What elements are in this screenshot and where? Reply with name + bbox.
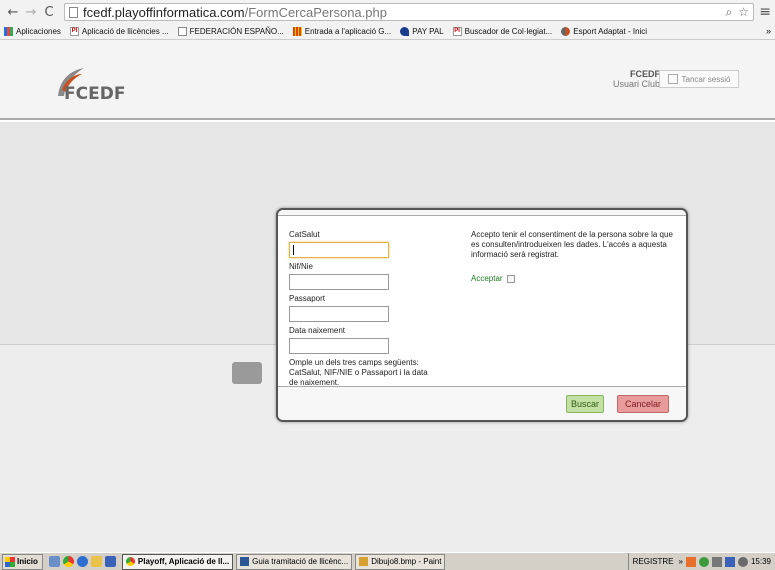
start-button[interactable]: Inicio xyxy=(2,553,43,570)
logout-icon xyxy=(667,74,678,84)
passport-input[interactable] xyxy=(289,306,389,322)
reload-icon[interactable]: C xyxy=(42,4,56,20)
zoom-icon[interactable]: ⌕ xyxy=(726,5,733,20)
pi-icon: PI xyxy=(452,27,462,36)
forward-arrow-icon[interactable]: → xyxy=(24,4,38,20)
fcedf-logo[interactable]: FCEDF xyxy=(50,66,150,114)
birthdate-input[interactable] xyxy=(289,338,389,354)
birthdate-label: Data naixement xyxy=(289,326,346,335)
address-bar[interactable]: fcedf.playoffinformatica.com/FormCercaPe… xyxy=(64,3,754,21)
app-icon[interactable] xyxy=(104,556,116,567)
gencat-icon xyxy=(292,27,302,36)
bookmarks-bar: Aplicaciones PI Aplicació de llicències .… xyxy=(0,24,775,40)
accept-row: Acceptar xyxy=(471,274,681,283)
os-taskbar: Inicio Playoff, Aplicació de ll... Guia … xyxy=(0,552,775,570)
user-org: FCEDF xyxy=(630,69,660,79)
search-fields: CatSalut Nif/Nie Passaport Data naixemen… xyxy=(289,230,459,388)
bookmark-item[interactable]: Entrada a l'aplicació G... xyxy=(292,27,391,36)
paint-icon xyxy=(359,557,369,566)
volume-icon[interactable] xyxy=(711,556,722,567)
chrome-icon[interactable] xyxy=(62,556,74,567)
quick-launch xyxy=(48,556,116,567)
catsalut-label: CatSalut xyxy=(289,230,320,239)
url-path: /FormCercaPersona.php xyxy=(244,4,387,20)
bookmark-item[interactable]: Aplicaciones xyxy=(4,27,61,36)
clock: 15:39 xyxy=(750,557,771,566)
taskbar-item-guide[interactable]: Guia tramitació de llicènc... xyxy=(236,553,353,570)
tray-network-icon[interactable] xyxy=(698,556,709,567)
user-info: FCEDF Usuari Club xyxy=(613,69,660,89)
windows-flag-icon xyxy=(5,556,15,567)
system-tray: REGISTRE » 15:39 xyxy=(627,553,775,570)
logout-button[interactable]: Tancar sessió xyxy=(659,70,739,88)
show-desktop-icon[interactable] xyxy=(48,556,60,567)
bookmark-item[interactable]: PAY PAL xyxy=(400,27,444,36)
tray-label[interactable]: REGISTRE xyxy=(633,557,674,566)
taskbar-item-paint[interactable]: Dibujo8.bmp - Paint xyxy=(355,553,446,570)
logout-label: Tancar sessió xyxy=(681,74,731,84)
accept-label: Acceptar xyxy=(471,274,503,283)
apps-grid-icon xyxy=(4,27,13,36)
chrome-icon xyxy=(125,557,135,566)
consent-section: Accepto tenir el consentiment de la pers… xyxy=(471,230,681,283)
bookmark-item[interactable]: Esport Adaptat - Inici xyxy=(561,27,647,36)
menu-icon[interactable]: ≡ xyxy=(759,4,771,20)
folder-icon[interactable] xyxy=(90,556,102,567)
nif-label: Nif/Nie xyxy=(289,262,314,271)
footer-logo-icon xyxy=(232,362,262,384)
ie-icon[interactable] xyxy=(76,556,88,567)
search-person-dialog: CatSalut Nif/Nie Passaport Data naixemen… xyxy=(276,208,688,422)
user-role: Usuari Club xyxy=(612,79,660,89)
back-arrow-icon[interactable]: ← xyxy=(6,4,20,20)
page-icon xyxy=(69,6,78,18)
pi-icon: PI xyxy=(69,27,79,36)
url-host: fcedf.playoffinformatica.com xyxy=(83,4,245,20)
bookmark-item[interactable]: FEDERACIÓN ESPAÑO... xyxy=(177,27,284,36)
search-hint: Omple un dels tres camps següents: CatSa… xyxy=(289,358,428,387)
word-icon xyxy=(240,557,250,566)
tray-security-icon[interactable] xyxy=(737,556,748,567)
cancel-button[interactable]: Cancelar xyxy=(617,395,669,413)
bookmark-star-icon[interactable]: ☆ xyxy=(738,5,749,20)
tray-more-button[interactable]: » xyxy=(679,557,683,566)
text-caret xyxy=(293,245,294,255)
fcedf-icon xyxy=(561,27,571,36)
dialog-titlebar xyxy=(278,210,686,216)
taskbar-item-playoff[interactable]: Playoff, Aplicació de ll... xyxy=(121,553,234,570)
start-label: Inicio xyxy=(17,557,38,566)
accept-checkbox[interactable] xyxy=(506,274,515,283)
bookmarks-more-button[interactable]: » xyxy=(766,26,771,36)
page-icon xyxy=(177,27,187,36)
nif-input[interactable] xyxy=(289,274,389,290)
tray-app-icon[interactable] xyxy=(685,556,696,567)
passport-label: Passaport xyxy=(289,294,326,303)
bookmark-item[interactable]: PI Buscador de Col·legiat... xyxy=(452,27,552,36)
tray-monitor-icon[interactable] xyxy=(724,556,735,567)
catsalut-input[interactable] xyxy=(289,242,389,258)
bookmark-item[interactable]: PI Aplicació de llicències ... xyxy=(69,27,169,36)
dialog-footer: Buscar Cancelar xyxy=(278,386,686,420)
site-header: FCEDF FCEDF Usuari Club Tancar sessió xyxy=(0,40,775,120)
logo-text: FCEDF xyxy=(64,84,126,104)
paypal-icon xyxy=(400,27,410,36)
search-button[interactable]: Buscar xyxy=(566,395,604,413)
browser-toolbar: ← → C fcedf.playoffinformatica.com/FormC… xyxy=(0,0,775,24)
consent-text: Accepto tenir el consentiment de la pers… xyxy=(471,230,673,259)
